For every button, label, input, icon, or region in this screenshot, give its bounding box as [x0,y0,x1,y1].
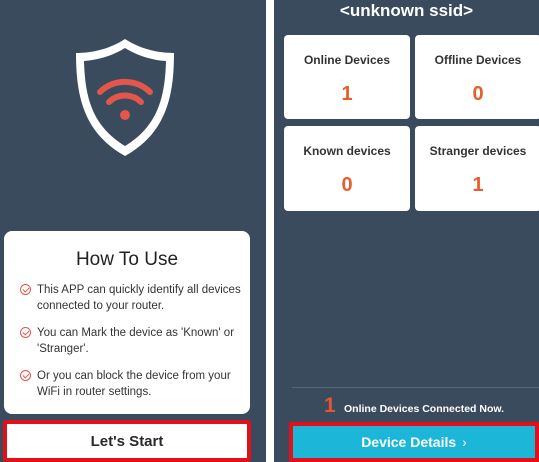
list-item: This APP can quickly identify all device… [20,282,244,314]
stat-label: Stranger devices [429,144,527,158]
how-to-use-card: How To Use This APP can quickly identify… [4,231,250,414]
check-circle-icon [20,327,31,338]
stat-value: 0 [472,83,484,105]
connected-count: 1 [324,394,336,417]
how-to-use-list: This APP can quickly identify all device… [20,282,244,411]
chevron-right-icon: › [462,434,467,450]
list-item-text: Or you can block the device from your Wi… [37,370,231,398]
stat-card-known[interactable]: Known devices 0 [284,126,410,211]
list-item: Or you can block the device from your Wi… [20,368,244,400]
stat-card-stranger[interactable]: Stranger devices 1 [415,126,539,211]
divider [292,387,539,388]
stat-label: Known devices [303,144,391,158]
check-circle-icon [20,284,31,295]
stat-value: 1 [341,83,353,105]
stat-label: Offline Devices [434,53,522,67]
device-summary-screen: <unknown ssid> Online Devices 1 Offline … [274,0,539,462]
stat-label: Online Devices [303,53,391,67]
shield-wifi-icon [76,39,174,156]
network-ssid: <unknown ssid> [339,1,474,20]
device-details-button[interactable]: Device Details › [289,422,539,462]
stat-card-offline[interactable]: Offline Devices 0 [415,35,539,119]
connected-status-text: Online Devices Connected Now. [344,403,505,415]
onboarding-screen: How To Use This APP can quickly identify… [0,0,266,462]
stat-value: 0 [341,174,353,196]
lets-start-button[interactable]: Let's Start [3,420,251,462]
list-item-text: You can Mark the device as 'Known' or 'S… [37,327,235,355]
check-circle-icon [20,370,31,381]
stat-value: 1 [472,174,484,196]
list-item: You can Mark the device as 'Known' or 'S… [20,325,244,357]
stat-card-online[interactable]: Online Devices 1 [284,35,410,119]
how-to-use-title: How To Use [75,249,179,270]
device-details-label: Device Details [361,434,457,450]
list-item-text: This APP can quickly identify all device… [37,284,241,312]
